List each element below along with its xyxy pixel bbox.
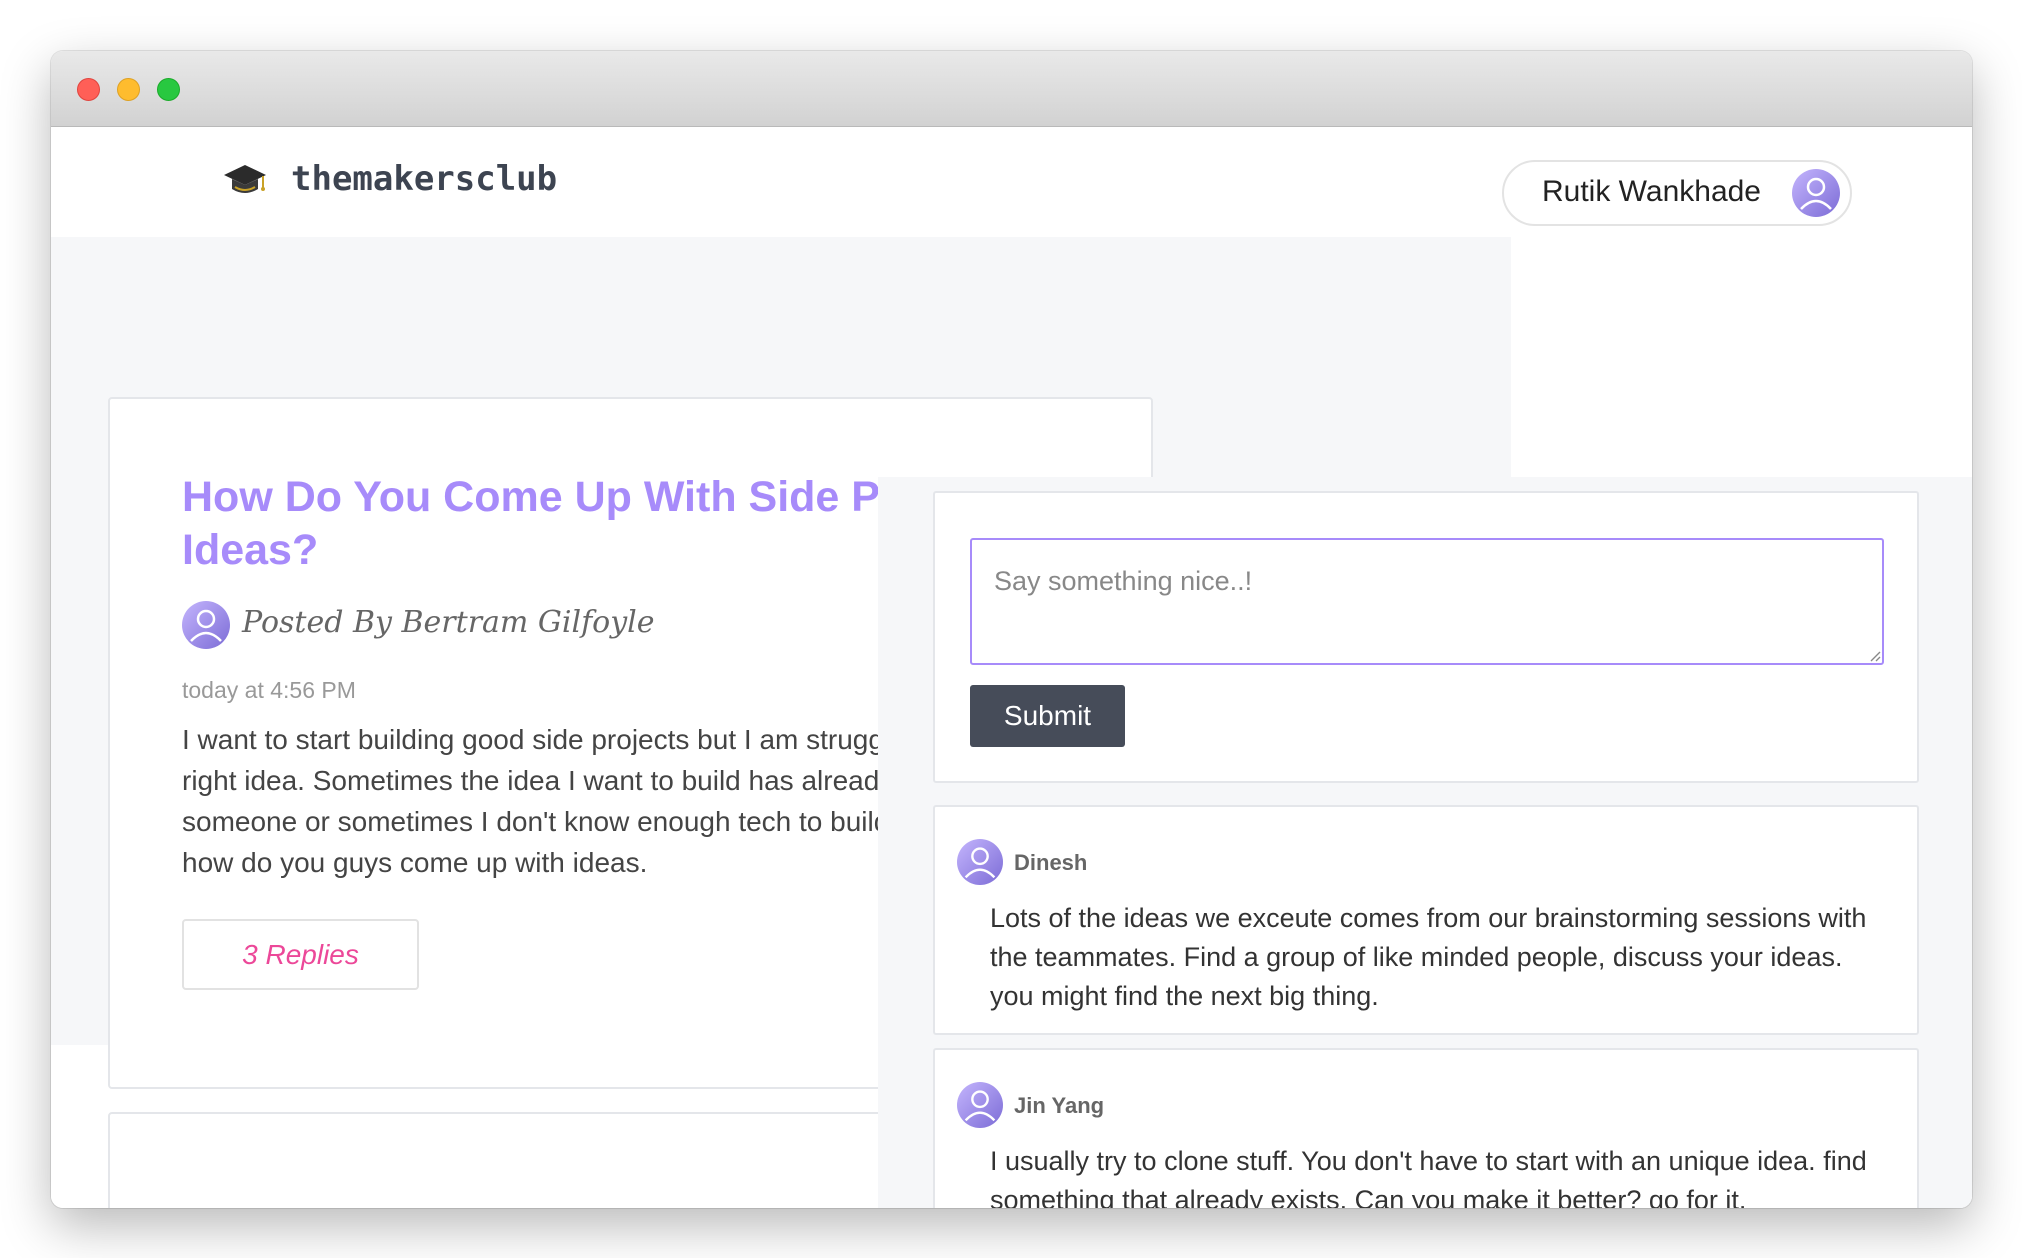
resize-handle-icon[interactable] xyxy=(1869,650,1881,662)
graduation-cap-icon[interactable] xyxy=(223,163,267,199)
brand-name[interactable]: themakersclub xyxy=(291,159,557,199)
reply-card: Dinesh Lots of the ideas we exceute come… xyxy=(933,805,1919,1035)
reply-author: Dinesh xyxy=(1014,850,1088,875)
reply-avatar-icon xyxy=(957,1082,1003,1128)
submit-button[interactable]: Submit xyxy=(970,685,1125,747)
minimize-window-button[interactable] xyxy=(117,78,140,101)
window-titlebar xyxy=(51,51,1972,127)
post-timestamp: today at 4:56 PM xyxy=(182,677,356,703)
zoom-window-button[interactable] xyxy=(157,78,180,101)
close-window-button[interactable] xyxy=(77,78,100,101)
reply-card: Jin Yang I usually try to clone stuff. Y… xyxy=(933,1048,1919,1208)
reply-author: Jin Yang xyxy=(1014,1093,1105,1118)
reply-text: Lots of the ideas we exceute comes from … xyxy=(990,903,1867,1011)
browser-window: themakersclub Rutik Wankhade How Do You … xyxy=(51,51,1972,1208)
post-author: Posted By Bertram Gilfoyle xyxy=(242,605,655,640)
user-avatar-icon xyxy=(1792,169,1840,217)
site-header: themakersclub Rutik Wankhade xyxy=(51,127,1972,237)
author-avatar-icon xyxy=(182,601,230,649)
comment-input[interactable] xyxy=(970,538,1884,665)
replies-button[interactable]: 3 Replies xyxy=(182,919,419,990)
page-viewport: themakersclub Rutik Wankhade How Do You … xyxy=(51,127,1972,1208)
user-menu-button[interactable]: Rutik Wankhade xyxy=(1502,160,1852,226)
user-name: Rutik Wankhade xyxy=(1542,175,1761,208)
comment-form: Submit xyxy=(933,491,1919,783)
reply-avatar-icon xyxy=(957,839,1003,885)
reply-text: I usually try to clone stuff. You don't … xyxy=(990,1146,1867,1208)
replies-panel: Submit Dinesh Lots of the ideas we exceu xyxy=(878,477,1972,1208)
